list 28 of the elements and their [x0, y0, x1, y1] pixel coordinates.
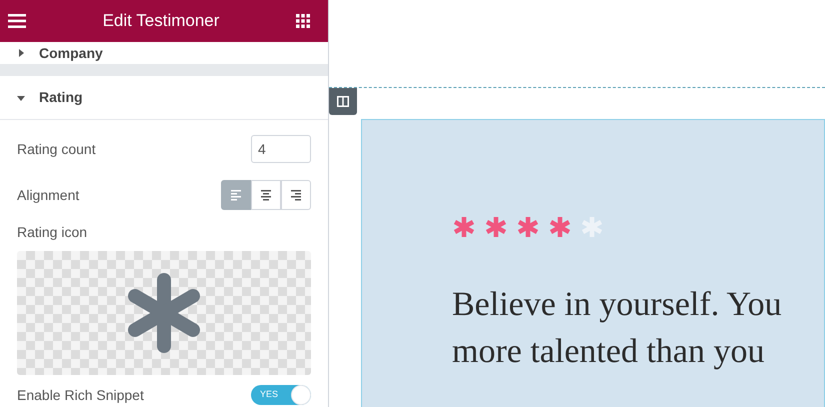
align-center-button[interactable] — [251, 180, 281, 210]
align-right-button[interactable] — [281, 180, 311, 210]
quote-line: more talented than you — [452, 332, 766, 372]
align-right-icon — [290, 190, 302, 200]
field-label: Rating count — [17, 140, 96, 159]
align-center-icon — [260, 190, 272, 200]
caret-icon — [17, 49, 25, 57]
column-handle[interactable] — [329, 88, 357, 115]
section-header[interactable]: Company — [0, 42, 328, 76]
section-header[interactable]: Rating — [0, 76, 328, 120]
field-label: Enable Rich Snippet — [17, 386, 144, 405]
rating-star-icon — [516, 215, 540, 239]
rating-count-input[interactable]: 4 — [251, 135, 311, 163]
rating-star-icon — [484, 215, 508, 239]
rating-star-icon — [452, 215, 476, 239]
align-left-icon — [230, 190, 242, 200]
rating-star-icon — [580, 215, 604, 239]
icon-preview[interactable] — [17, 251, 311, 375]
panel-title: Edit Testimoner — [102, 10, 220, 32]
asterisk-icon — [126, 273, 202, 353]
grid-icon[interactable] — [296, 14, 310, 28]
columns-icon — [337, 96, 349, 107]
quote-line: Believe in yourself. You — [452, 285, 783, 325]
field-label: Alignment — [17, 186, 80, 205]
menu-icon[interactable] — [8, 14, 26, 28]
caret-icon — [17, 94, 25, 102]
rating-star-icon — [548, 215, 572, 239]
field-label: Rating icon — [17, 223, 88, 242]
